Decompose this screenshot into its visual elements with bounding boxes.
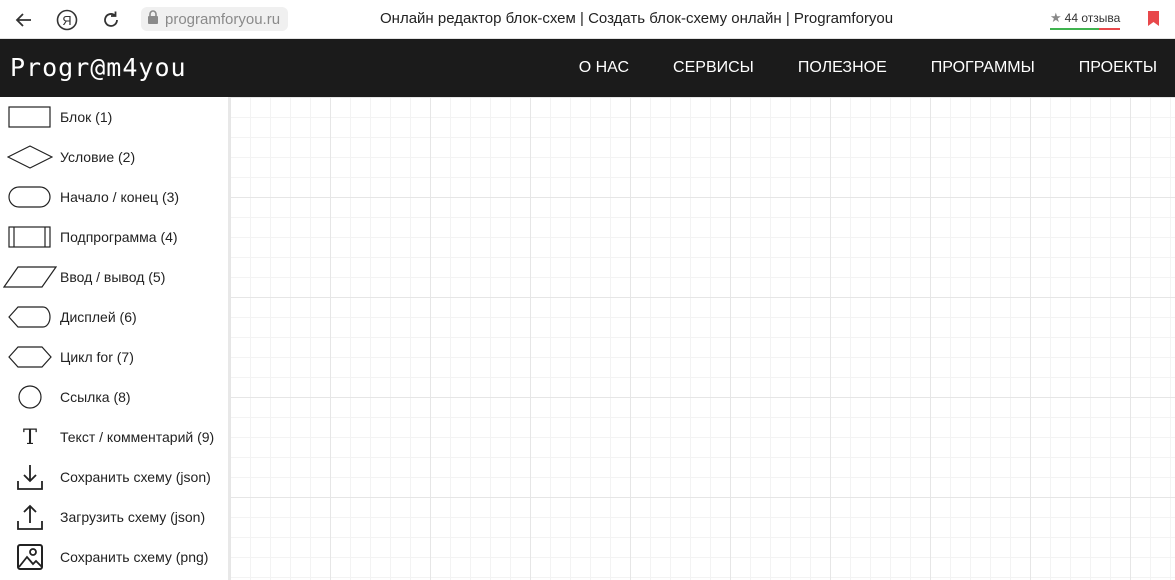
svg-text:T: T: [23, 426, 37, 448]
back-icon[interactable]: [11, 7, 37, 33]
tool-condition[interactable]: Условие (2): [0, 137, 228, 177]
yandex-icon[interactable]: Я: [54, 7, 80, 33]
tool-display[interactable]: Дисплей (6): [0, 297, 228, 337]
page-title: Онлайн редактор блок-схем | Создать блок…: [380, 10, 894, 27]
tool-text-comment[interactable]: T Текст / комментарий (9): [0, 417, 228, 457]
nav-about[interactable]: О НАС: [557, 59, 651, 77]
main-nav: О НАС СЕРВИСЫ ПОЛЕЗНОЕ ПРОГРАММЫ ПРОЕКТЫ: [557, 39, 1175, 97]
tool-subroutine[interactable]: Подпрограмма (4): [0, 217, 228, 257]
tool-label: Дисплей (6): [60, 309, 137, 325]
loop-hexagon-icon: [0, 337, 60, 377]
nav-services[interactable]: СЕРВИСЫ: [651, 59, 776, 77]
nav-useful[interactable]: ПОЛЕЗНОЕ: [776, 59, 909, 77]
tool-label: Подпрограмма (4): [60, 229, 178, 245]
tool-label: Текст / комментарий (9): [60, 429, 215, 445]
tool-label: Начало / конец (3): [60, 189, 180, 205]
download-icon: [0, 457, 60, 497]
terminator-shape-icon: [0, 177, 60, 217]
browser-toolbar: Я programforyou.ru Онлайн редактор блок-…: [0, 0, 1175, 39]
display-shape-icon: [0, 297, 60, 337]
tool-save-json[interactable]: Сохранить схему (json): [0, 457, 228, 497]
tool-label: Блок (1): [60, 109, 113, 125]
reviews-rating-bar: [1050, 28, 1121, 30]
nav-programs[interactable]: ПРОГРАММЫ: [909, 59, 1057, 77]
condition-diamond-icon: [0, 137, 60, 177]
tool-label: Ввод / вывод (5): [60, 269, 166, 285]
upload-icon: [0, 497, 60, 537]
site-logo[interactable]: Progr@m4you: [10, 53, 187, 82]
tool-load-json[interactable]: Загрузить схему (json): [0, 497, 228, 537]
image-icon: [0, 537, 60, 577]
tool-input-output[interactable]: Ввод / вывод (5): [0, 257, 228, 297]
tool-label: Условие (2): [60, 149, 136, 165]
url-text: programforyou.ru: [165, 10, 281, 28]
connector-circle-icon: [0, 377, 60, 417]
address-bar[interactable]: programforyou.ru: [141, 7, 289, 31]
reviews-badge[interactable]: ★ 44 отзыва: [1050, 10, 1121, 30]
tool-start-end[interactable]: Начало / конец (3): [0, 177, 228, 217]
tool-block[interactable]: Блок (1): [0, 97, 228, 137]
tool-connector[interactable]: Ссылка (8): [0, 377, 228, 417]
tool-label: Сохранить схему (png): [60, 549, 209, 565]
site-header: Progr@m4you О НАС СЕРВИСЫ ПОЛЕЗНОЕ ПРОГР…: [0, 39, 1175, 97]
tool-label: Сохранить схему (json): [60, 469, 211, 485]
star-icon: ★: [1050, 10, 1062, 25]
tool-label: Цикл for (7): [60, 349, 134, 365]
subroutine-shape-icon: [0, 217, 60, 257]
tool-label: Загрузить схему (json): [60, 509, 206, 525]
shape-toolbar: Блок (1) Условие (2) Начало / конец (3) …: [0, 97, 230, 580]
block-shape-icon: [0, 97, 60, 137]
svg-text:Я: Я: [62, 13, 71, 28]
tool-label: Ссылка (8): [60, 389, 131, 405]
flowchart-canvas[interactable]: [230, 97, 1175, 580]
reload-icon[interactable]: [98, 7, 124, 33]
text-icon: T: [0, 417, 60, 457]
nav-projects[interactable]: ПРОЕКТЫ: [1057, 59, 1175, 77]
lock-icon: [147, 10, 159, 28]
tool-save-png[interactable]: Сохранить схему (png): [0, 537, 228, 577]
reviews-count: 44 отзыва: [1064, 11, 1121, 25]
bookmark-icon[interactable]: [1148, 11, 1159, 31]
io-parallelogram-icon: [0, 257, 60, 297]
tool-for-loop[interactable]: Цикл for (7): [0, 337, 228, 377]
